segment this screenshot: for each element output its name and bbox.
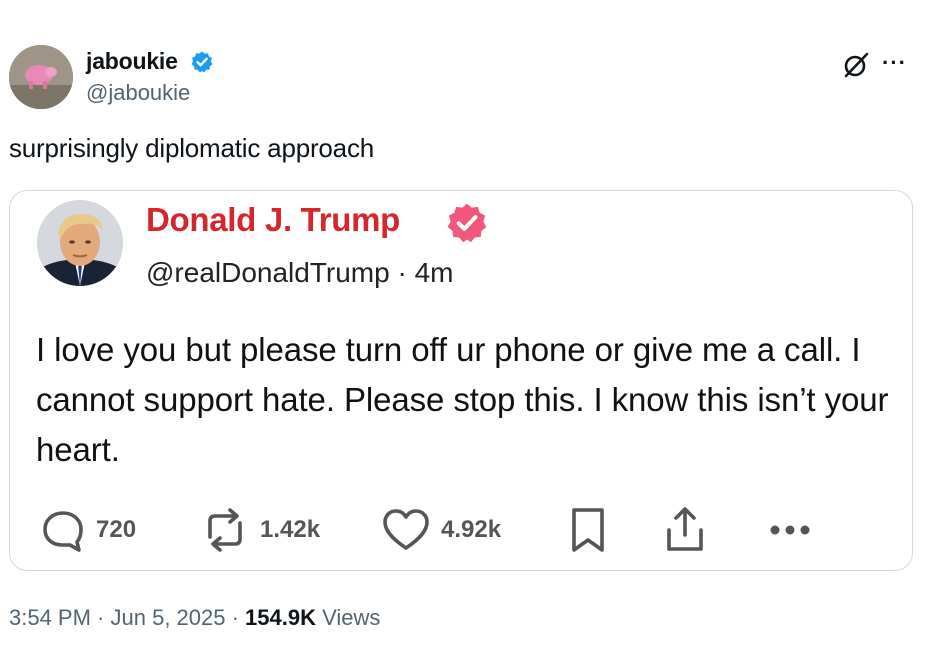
repost-icon xyxy=(200,507,250,553)
post-meta: 3:54 PM · Jun 5, 2025 · 154.9K Views xyxy=(9,605,380,631)
author-avatar[interactable] xyxy=(9,45,73,109)
share-icon xyxy=(662,505,708,555)
author-handle[interactable]: @jaboukie xyxy=(86,80,190,106)
more-actions-button[interactable] xyxy=(765,506,815,554)
views-label: Views xyxy=(316,605,381,630)
reply-icon xyxy=(40,507,86,553)
share-button[interactable] xyxy=(662,506,708,554)
quoted-author-name[interactable]: Donald J. Trump xyxy=(146,201,400,239)
repost-count: 1.42k xyxy=(260,516,321,543)
verified-badge-icon xyxy=(190,50,214,74)
quoted-author-avatar[interactable] xyxy=(37,200,123,286)
quoted-post-card[interactable]: Donald J. Trump @realDonaldTrump · 4m I … xyxy=(9,190,913,571)
more-options-icon[interactable]: ··· xyxy=(882,50,907,76)
meta-separator: · xyxy=(90,605,111,630)
views-count: 154.9K xyxy=(245,605,316,630)
grok-icon[interactable] xyxy=(841,50,871,80)
quoted-author-handle[interactable]: @realDonaldTrump xyxy=(146,257,390,288)
post-time[interactable]: 3:54 PM xyxy=(9,605,91,630)
post-text: surprisingly diplomatic approach xyxy=(9,133,375,163)
post-date[interactable]: Jun 5, 2025 xyxy=(111,605,226,630)
more-options-icon xyxy=(765,520,815,540)
reply-button[interactable]: 720 xyxy=(40,506,136,554)
quoted-post-text: I love you but please turn off ur phone … xyxy=(36,331,889,468)
like-count: 4.92k xyxy=(441,516,502,543)
meta-separator: · xyxy=(225,605,246,630)
handle-separator: · xyxy=(397,257,407,288)
verified-badge-icon xyxy=(445,201,489,245)
bookmark-icon xyxy=(566,505,610,555)
reply-count: 720 xyxy=(96,516,137,543)
like-button[interactable]: 4.92k xyxy=(381,506,501,554)
author-name[interactable]: jaboukie xyxy=(86,48,178,75)
repost-button[interactable]: 1.42k xyxy=(200,506,320,554)
bookmark-button[interactable] xyxy=(566,506,610,554)
quoted-author-handle-line: @realDonaldTrump · 4m xyxy=(146,257,454,289)
post-age[interactable]: 4m xyxy=(415,257,454,288)
heart-icon xyxy=(381,507,431,553)
